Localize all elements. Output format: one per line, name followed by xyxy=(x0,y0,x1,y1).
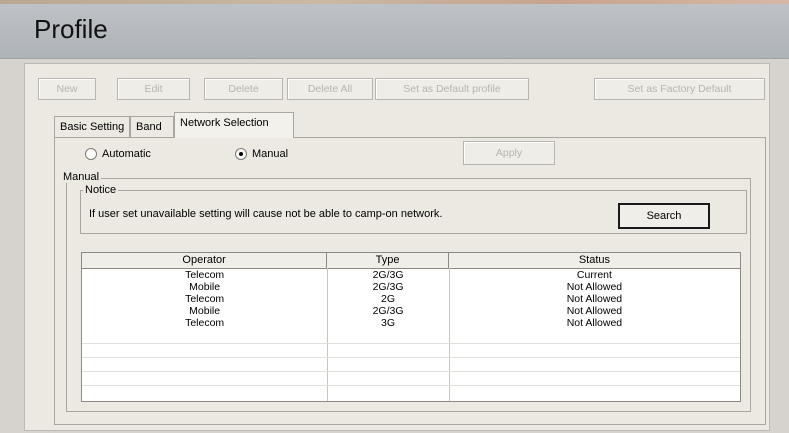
edit-button[interactable]: Edit xyxy=(117,78,190,100)
status-cell: Not Allowed xyxy=(566,281,623,293)
status-cell: Not Allowed xyxy=(566,317,623,329)
status-cell: Not Allowed xyxy=(566,305,623,317)
tab-band[interactable]: Band xyxy=(130,116,174,138)
window-title: Profile xyxy=(34,14,108,44)
operator-cell: Mobile xyxy=(189,281,221,293)
set-default-profile-button[interactable]: Set as Default profile xyxy=(375,78,529,100)
type-cell: 3G xyxy=(381,317,396,329)
title-accent-strip xyxy=(0,0,789,4)
empty-row-line xyxy=(82,343,740,344)
empty-row-line xyxy=(82,357,740,358)
column-header-status[interactable]: Status xyxy=(449,253,740,268)
table-row[interactable]: Telecom 3G Not Allowed xyxy=(82,317,740,329)
title-bar: Profile xyxy=(0,0,789,59)
table-row[interactable]: Telecom 2G Not Allowed xyxy=(82,293,740,305)
automatic-radio[interactable]: Automatic xyxy=(85,148,151,160)
type-cell: 2G/3G xyxy=(372,269,404,281)
status-cell: Not Allowed xyxy=(566,293,623,305)
status-cell: Current xyxy=(576,269,612,281)
type-cell: 2G/3G xyxy=(372,281,404,293)
manual-legend: Manual xyxy=(61,171,102,183)
operator-cell: Telecom xyxy=(185,317,225,329)
notice-text: If user set unavailable setting will cau… xyxy=(89,208,443,220)
set-factory-default-button[interactable]: Set as Factory Default xyxy=(594,78,765,100)
operator-cell: Mobile xyxy=(189,305,221,317)
apply-button[interactable]: Apply xyxy=(463,141,555,165)
manual-radio-label: Manual xyxy=(252,148,289,160)
delete-button[interactable]: Delete xyxy=(204,78,283,100)
delete-all-button[interactable]: Delete All xyxy=(287,78,373,100)
operator-table: Operator Type Status Telecom 2G/3G Curre… xyxy=(81,252,741,402)
table-header: Operator Type Status xyxy=(82,253,740,269)
table-row[interactable]: Mobile 2G/3G Not Allowed xyxy=(82,305,740,317)
empty-row-line xyxy=(82,385,740,386)
column-header-type[interactable]: Type xyxy=(327,253,449,268)
operator-cell: Telecom xyxy=(185,269,225,281)
operator-cell: Telecom xyxy=(185,293,225,305)
profile-panel: New Edit Delete Delete All Set as Defaul… xyxy=(24,63,770,431)
automatic-radio-label: Automatic xyxy=(102,148,151,160)
table-row[interactable]: Mobile 2G/3G Not Allowed xyxy=(82,281,740,293)
column-header-operator[interactable]: Operator xyxy=(82,253,328,268)
empty-row-line xyxy=(82,371,740,372)
manual-radio-circle[interactable] xyxy=(235,148,247,160)
notice-legend: Notice xyxy=(83,184,119,196)
table-row[interactable]: Telecom 2G/3G Current xyxy=(82,269,740,281)
type-cell: 2G xyxy=(381,293,396,305)
manual-radio[interactable]: Manual xyxy=(235,148,288,160)
tab-basic-setting[interactable]: Basic Setting xyxy=(54,116,130,138)
new-button[interactable]: New xyxy=(38,78,96,100)
automatic-radio-circle[interactable] xyxy=(85,148,97,160)
type-cell: 2G/3G xyxy=(372,305,404,317)
search-button[interactable]: Search xyxy=(618,203,710,229)
tab-network-selection[interactable]: Network Selection xyxy=(174,112,294,138)
